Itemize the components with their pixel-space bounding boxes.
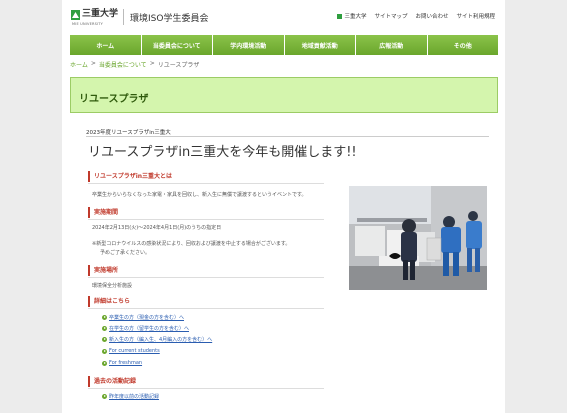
mini-book-leaf-icon (337, 13, 343, 19)
nav-other[interactable]: その他 (427, 35, 498, 55)
section-rule (88, 388, 324, 389)
page-title: リユースプラザ (79, 94, 149, 105)
link-text: For current students (109, 348, 160, 354)
contact-link[interactable]: お問い合わせ (415, 12, 448, 20)
detail-link-current-students-en[interactable]: For current students (102, 348, 160, 354)
utility-nav: 三重大学 サイトマップ お問い合わせ サイト利用規程 (337, 12, 495, 20)
page-header: リユースプラザ (70, 77, 498, 113)
breadcrumb-separator: > (149, 60, 155, 67)
link-text: 卒業生の方（現金の方を含む）へ (109, 315, 185, 321)
nav-home[interactable]: ホーム (70, 35, 141, 55)
site-title[interactable]: 環境ISO学生委員会 (130, 11, 208, 24)
divider (86, 136, 489, 137)
nav-pr[interactable]: 広報活動 (356, 35, 427, 55)
arrow-right-icon (102, 337, 107, 342)
past-records-link[interactable]: 昨年度以前の活動記録 (102, 393, 159, 400)
nav-about[interactable]: 当委員会について (141, 35, 212, 55)
section-heading-period: 実施期間 (88, 207, 324, 218)
detail-link-students[interactable]: 在学生の方（留学生の方を含む）へ (102, 325, 189, 332)
arrow-right-icon (102, 326, 107, 331)
site-header: 三重大学 MIE UNIVERSITY 環境ISO学生委員会 三重大学 サイトマ… (62, 0, 505, 34)
university-logo-text[interactable]: 三重大学 (82, 9, 118, 19)
breadcrumb-about[interactable]: 当委員会について (99, 60, 147, 69)
detail-link-freshmen[interactable]: 新入生の方（編入生、4月編入の方を含む）へ (102, 336, 212, 343)
section-rule (88, 183, 324, 184)
arrow-right-icon (102, 394, 107, 399)
breadcrumb: ホーム > 当委員会について > リユースプラザ (70, 60, 199, 69)
section-rule (88, 308, 324, 309)
mini-logo-text: 三重大学 (344, 14, 367, 20)
mini-logo-link[interactable]: 三重大学 (337, 12, 366, 20)
arrow-right-icon (102, 348, 107, 354)
logo-divider (123, 9, 124, 25)
arrow-right-icon (102, 360, 107, 366)
university-logo-en: MIE UNIVERSITY (72, 22, 103, 26)
section-heading-about: リユースプラザin三重大とは (88, 171, 324, 182)
about-text: 卒業生からいらなくなった家電・家具を回収し、新入生に無償で譲渡するというイベント… (92, 192, 307, 198)
article-title: リユースプラザin三重大を今年も開催します!! (88, 145, 357, 160)
nav-community[interactable]: 地域貢献活動 (284, 35, 355, 55)
link-text: 新入生の方（編入生、4月編入の方を含む）へ (109, 337, 213, 343)
year-label: 2023年度リユースプラザin三重大 (86, 130, 171, 136)
section-rule (88, 219, 324, 220)
breadcrumb-home[interactable]: ホーム (70, 60, 88, 69)
detail-link-freshman-en[interactable]: For freshman (102, 360, 142, 366)
page: 三重大学 MIE UNIVERSITY 環境ISO学生委員会 三重大学 サイトマ… (62, 0, 505, 413)
sitemap-link[interactable]: サイトマップ (374, 12, 407, 20)
link-text: For freshman (109, 360, 143, 366)
arrow-right-icon (102, 315, 107, 320)
section-rule (88, 277, 324, 278)
breadcrumb-separator: > (90, 60, 96, 67)
book-leaf-icon[interactable] (71, 10, 80, 20)
link-text: 在学生の方（留学生の方を含む）へ (109, 326, 190, 332)
period-note-2: 予めご了承ください。 (100, 250, 151, 256)
period-text: 2024年2月13日(火)〜2024年4月1日(月)のうちの指定日 (92, 225, 222, 231)
global-nav: ホーム 当委員会について 学内環境活動 地域貢献活動 広報活動 その他 (70, 35, 498, 55)
link-text: 昨年度以前の活動記録 (109, 394, 160, 400)
place-text: 環境保全分析施設 (92, 283, 133, 289)
breadcrumb-current: リユースプラザ (157, 62, 200, 69)
section-heading-past: 過去の活動記録 (88, 376, 324, 387)
section-heading-place: 実施場所 (88, 265, 324, 276)
event-photo (349, 186, 487, 290)
nav-campus[interactable]: 学内環境活動 (213, 35, 284, 55)
policy-link[interactable]: サイト利用規程 (456, 12, 495, 20)
period-note: ※新型コロナウイルスの感染状況により、回収および譲渡を中止する場合がございます。 (92, 241, 291, 247)
detail-link-graduates[interactable]: 卒業生の方（現金の方を含む）へ (102, 314, 184, 321)
section-heading-details: 詳細はこちら (88, 296, 324, 307)
